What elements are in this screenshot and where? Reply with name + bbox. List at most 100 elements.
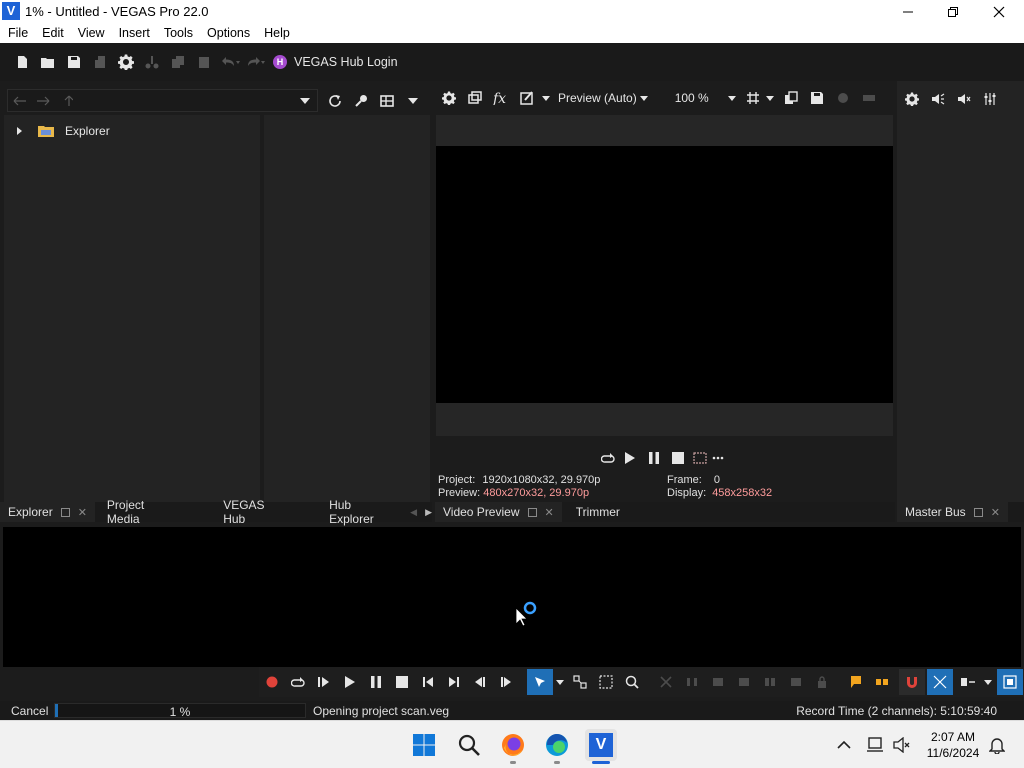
previous-frame-icon[interactable] xyxy=(467,669,493,695)
open-project-icon[interactable] xyxy=(35,49,61,75)
delete-icon[interactable] xyxy=(653,669,679,695)
loop-playback-icon[interactable] xyxy=(285,669,311,695)
tree-item-explorer[interactable]: Explorer xyxy=(16,123,110,138)
notification-bell-icon[interactable] xyxy=(984,729,1010,761)
preview-more-icon[interactable] xyxy=(710,445,726,471)
undo-icon[interactable] xyxy=(217,49,243,75)
preview-play-icon[interactable] xyxy=(618,445,642,471)
copy-snapshot-icon[interactable] xyxy=(778,85,804,111)
trim-end-icon[interactable] xyxy=(731,669,757,695)
system-clock[interactable]: 2:07 AM 11/6/2024 xyxy=(920,729,986,761)
go-to-end-icon[interactable] xyxy=(441,669,467,695)
tab-vegas-hub[interactable]: VEGAS Hub xyxy=(185,498,295,526)
ripple-edit-icon[interactable] xyxy=(955,669,981,695)
copy-icon[interactable] xyxy=(165,49,191,75)
edge-icon[interactable] xyxy=(541,729,573,761)
split-icon[interactable] xyxy=(757,669,783,695)
close-button[interactable] xyxy=(976,0,1022,23)
firefox-icon[interactable] xyxy=(497,729,529,761)
minimize-button[interactable] xyxy=(885,0,931,23)
preview-settings-gear-icon[interactable] xyxy=(436,85,462,111)
menu-tools[interactable]: Tools xyxy=(158,26,199,40)
paste-icon[interactable] xyxy=(191,49,217,75)
insert-marker-icon[interactable] xyxy=(843,669,869,695)
menu-help[interactable]: Help xyxy=(258,26,296,40)
tab-hub-explorer[interactable]: Hub Explorer xyxy=(295,498,404,526)
lock-icon[interactable] xyxy=(809,669,835,695)
render-icon[interactable] xyxy=(87,49,113,75)
menu-view[interactable]: View xyxy=(72,26,111,40)
go-to-start-icon[interactable] xyxy=(415,669,441,695)
menu-edit[interactable]: Edit xyxy=(36,26,70,40)
simulate-device-icon[interactable] xyxy=(830,85,856,111)
envelope-tool-icon[interactable] xyxy=(567,669,593,695)
auto-crossfade-icon[interactable] xyxy=(927,669,953,695)
timeline-area[interactable] xyxy=(3,527,1021,667)
trim-start-icon[interactable] xyxy=(705,669,731,695)
overlays-grid-icon[interactable] xyxy=(740,85,766,111)
bus-mute-icon[interactable] xyxy=(951,86,977,112)
tab-explorer[interactable]: Explorer ✕ xyxy=(0,502,95,522)
selection-tool-icon[interactable] xyxy=(593,669,619,695)
insert-region-icon[interactable] xyxy=(869,669,895,695)
windows-start-icon[interactable] xyxy=(408,729,440,761)
record-icon[interactable] xyxy=(259,669,285,695)
tab-video-preview[interactable]: Video Preview ✕ xyxy=(435,502,562,522)
edit-tool-dropdown-icon[interactable] xyxy=(553,669,567,695)
normal-edit-tool-icon[interactable] xyxy=(527,669,553,695)
preview-scopes-icon[interactable] xyxy=(856,85,882,111)
preview-stop-icon[interactable] xyxy=(666,445,690,471)
menu-file[interactable]: File xyxy=(2,26,34,40)
cut-icon[interactable] xyxy=(139,49,165,75)
views-icon[interactable] xyxy=(374,88,400,114)
video-fx-icon[interactable]: fx xyxy=(488,85,514,111)
tab-maximize-icon[interactable] xyxy=(60,507,70,517)
zoom-tool-icon[interactable] xyxy=(619,669,645,695)
preview-pause-icon[interactable] xyxy=(642,445,666,471)
vegas-hub-login[interactable]: H VEGAS Hub Login xyxy=(273,55,398,69)
pause-icon[interactable] xyxy=(363,669,389,695)
vegas-taskbar-icon[interactable]: V xyxy=(585,729,617,761)
split-trim-icon[interactable] xyxy=(783,669,809,695)
lock-envelopes-icon[interactable] xyxy=(997,669,1023,695)
tab-close-icon[interactable]: ✕ xyxy=(991,506,1000,519)
tab-scroll-left-icon[interactable]: ◀ xyxy=(410,507,417,518)
ripple-dropdown-icon[interactable] xyxy=(981,669,995,695)
explorer-tools-icon[interactable] xyxy=(348,88,374,114)
bus-fx-icon[interactable] xyxy=(925,86,951,112)
next-frame-icon[interactable] xyxy=(493,669,519,695)
network-icon[interactable] xyxy=(862,729,888,761)
views-dropdown-icon[interactable] xyxy=(400,88,426,114)
redo-icon[interactable] xyxy=(243,49,269,75)
maximize-button[interactable] xyxy=(930,0,976,23)
bus-mixer-icon[interactable] xyxy=(977,86,1003,112)
preview-quality-select[interactable]: Preview (Auto) xyxy=(558,91,637,105)
preview-screen[interactable] xyxy=(436,146,893,403)
show-hidden-icons-chevron-icon[interactable] xyxy=(830,729,858,761)
play-icon[interactable] xyxy=(337,669,363,695)
tab-trimmer[interactable]: Trimmer xyxy=(562,502,628,522)
cancel-button[interactable]: Cancel xyxy=(11,704,48,718)
refresh-icon[interactable] xyxy=(322,88,348,114)
stop-icon[interactable] xyxy=(389,669,415,695)
tab-project-media[interactable]: Project Media xyxy=(95,498,185,526)
tab-close-icon[interactable]: ✕ xyxy=(545,506,554,519)
snapping-icon[interactable] xyxy=(899,669,925,695)
menu-insert[interactable]: Insert xyxy=(113,26,156,40)
external-monitor-icon[interactable] xyxy=(462,85,488,111)
split-screen-icon[interactable] xyxy=(514,85,540,111)
new-project-icon[interactable] xyxy=(9,49,35,75)
tab-master-bus[interactable]: Master Bus ✕ xyxy=(897,502,1008,522)
explorer-file-list[interactable] xyxy=(264,115,430,502)
volume-muted-icon[interactable] xyxy=(889,729,915,761)
preview-zoom-select[interactable]: 100 % xyxy=(675,91,709,105)
tab-scroll-right-icon[interactable]: ▶ xyxy=(425,507,432,518)
tab-maximize-icon[interactable] xyxy=(973,507,983,517)
explorer-address-bar[interactable] xyxy=(7,89,318,112)
bus-settings-gear-icon[interactable] xyxy=(899,86,925,112)
trim-icon[interactable] xyxy=(679,669,705,695)
play-from-start-icon[interactable] xyxy=(311,669,337,695)
properties-gear-icon[interactable] xyxy=(113,49,139,75)
tab-close-icon[interactable]: ✕ xyxy=(78,506,87,519)
search-icon[interactable] xyxy=(453,729,485,761)
